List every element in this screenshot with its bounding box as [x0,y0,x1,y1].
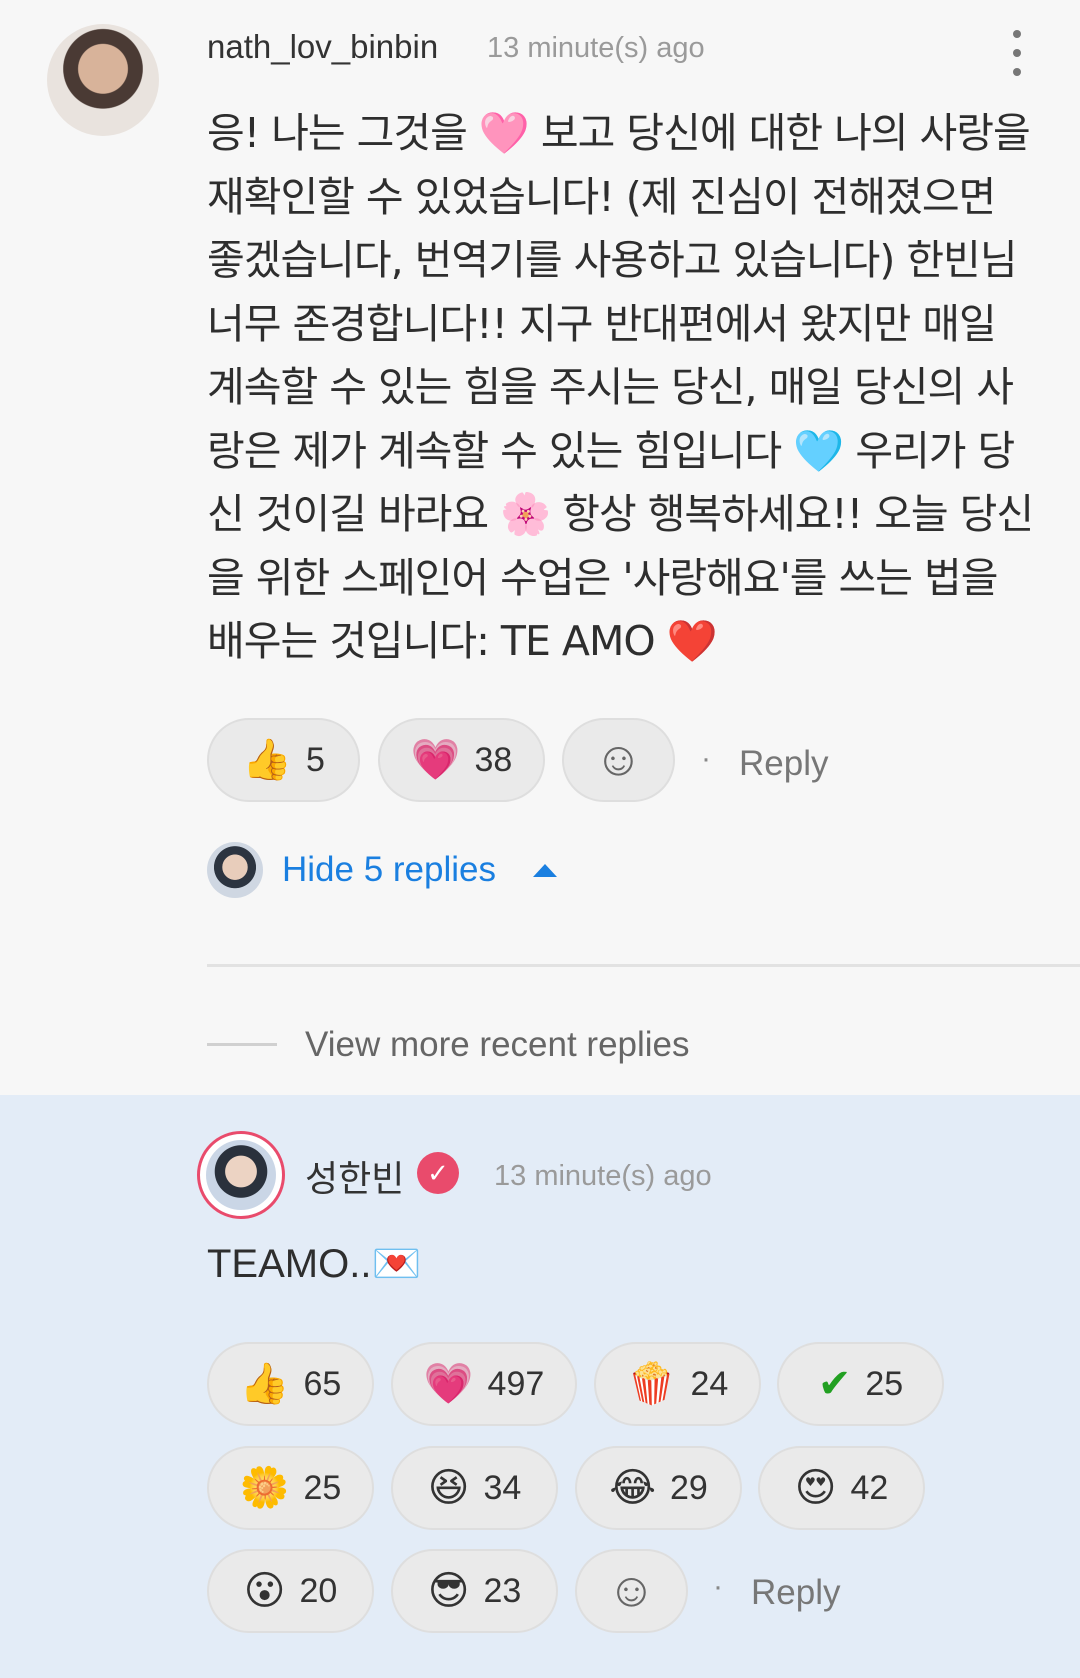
reaction-count: 23 [483,1571,522,1610]
divider [207,964,1080,967]
reply-text: TEAMO..💌 [207,1242,422,1286]
more-options-icon[interactable] [1005,30,1029,82]
reaction-count: 29 [669,1468,708,1507]
surprised-face-icon: 😮 [243,1569,286,1613]
view-more-replies-link[interactable]: View more recent replies [305,1025,690,1065]
reaction-heart[interactable]: 💗 497 [391,1342,577,1426]
reaction-count: 497 [487,1364,545,1403]
flower-icon: 🌼 [239,1466,290,1510]
reaction-check[interactable]: ✔ 25 [777,1342,944,1426]
heart-icon: 💗 [410,738,461,782]
reaction-heart-eyes[interactable]: 😍 42 [758,1446,925,1530]
commenter-username[interactable]: nath_lov_binbin [207,28,438,66]
reaction-surprised[interactable]: 😮 20 [207,1549,374,1633]
add-emoji-icon: ☺ [606,1564,656,1617]
comment-line: 응! 나는 그것을 🩷 보고 당신에 대한 나의 사랑을 [207,109,1031,157]
reaction-count: 20 [299,1571,338,1610]
reaction-crying-laughing[interactable]: 😂 29 [575,1446,742,1530]
comment-body: 응! 나는 그것을 🩷 보고 당신에 대한 나의 사랑을 재확인할 수 있었습니… [207,102,1057,674]
comment-line: 배우는 것입니다: TE AMO ❤️ [207,617,718,665]
reply-avatar[interactable] [206,1140,276,1210]
reply-preview-avatar [207,842,263,898]
reaction-count: 5 [305,740,325,779]
add-reaction-button[interactable]: ☺ [575,1549,688,1633]
reaction-count: 25 [303,1468,342,1507]
reaction-count: 65 [303,1364,342,1403]
thread-line [207,1043,277,1046]
comment-line: 너무 존경합니다!! 지구 반대편에서 왔지만 매일 [207,299,997,348]
reaction-count: 42 [850,1468,889,1507]
comment-line: 계속할 수 있는 힘을 주시는 당신, 매일 당신의 사 [207,363,1014,411]
add-emoji-icon: ☺ [593,733,643,786]
reaction-laughing[interactable]: 😆 34 [391,1446,558,1530]
thumbs-up-icon: 👍 [242,738,292,782]
comment-timestamp: 13 minute(s) ago [487,32,705,64]
reaction-count: 25 [865,1364,904,1403]
reaction-count: 24 [690,1364,729,1403]
comment-line: 신 것이길 바라요 🌸 항상 행복하세요!! 오늘 당신 [207,490,1034,538]
hide-replies-link[interactable]: Hide 5 replies [282,850,496,890]
reply-timestamp: 13 minute(s) ago [494,1160,712,1192]
reply-button[interactable]: Reply [751,1573,840,1613]
popcorn-icon: 🍿 [626,1362,677,1406]
separator-dot: · [701,742,711,775]
reaction-sunglasses[interactable]: 😎 23 [391,1549,558,1633]
laughing-face-icon: 😆 [427,1466,470,1510]
reaction-flower[interactable]: 🌼 25 [207,1446,374,1530]
check-icon: ✔ [817,1362,852,1406]
comment-line: 재확인할 수 있었습니다! (제 진심이 전해졌으면 [207,172,996,221]
add-reaction-button[interactable]: ☺ [562,718,675,802]
reaction-thumbs-up[interactable]: 👍 5 [207,718,360,802]
comment-line: 랑은 제가 계속할 수 있는 힘입니다 🩵 우리가 당 [207,426,1015,475]
commenter-avatar[interactable] [47,24,159,136]
separator-dot: · [713,1570,723,1603]
comment-line: 좋겠습니다, 번역기를 사용하고 있습니다) 한빈님 [207,236,1018,284]
sunglasses-face-icon: 😎 [427,1569,470,1613]
reaction-heart[interactable]: 💗 38 [378,718,545,802]
caret-up-icon[interactable] [533,864,557,877]
reply-username[interactable]: 성한빈 [305,1150,404,1202]
heart-eyes-face-icon: 😍 [794,1466,837,1510]
reaction-popcorn[interactable]: 🍿 24 [594,1342,761,1426]
thumbs-up-icon: 👍 [239,1362,290,1406]
heart-icon: 💗 [423,1362,474,1406]
verified-badge-icon: ✓ [417,1152,459,1194]
reaction-count: 38 [474,740,513,779]
reply-button[interactable]: Reply [739,744,828,784]
crying-laughing-face-icon: 😂 [609,1466,656,1510]
reaction-count: 34 [483,1468,522,1507]
reaction-thumbs-up[interactable]: 👍 65 [207,1342,374,1426]
comment-line: 을 위한 스페인어 수업은 '사랑해요'를 쓰는 법을 [207,553,998,602]
